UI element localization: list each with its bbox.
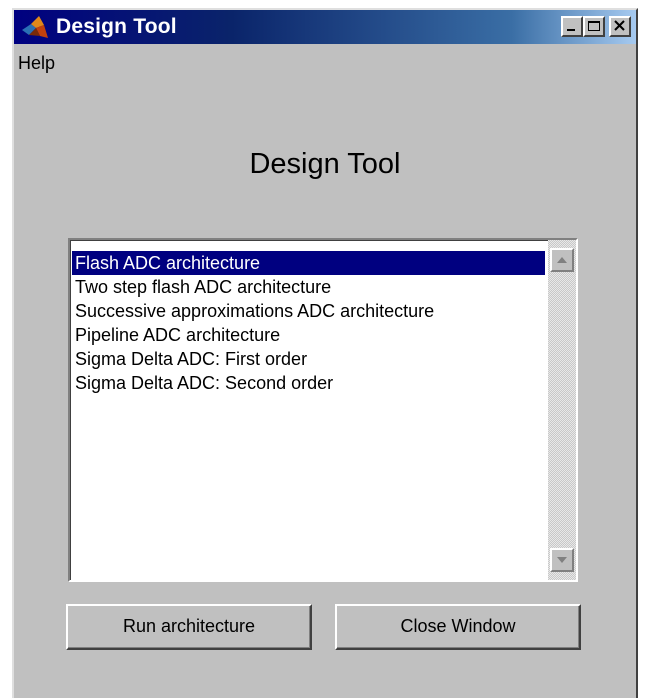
menu-help[interactable]: Help [18,52,55,74]
title-bar[interactable]: Design Tool [14,10,636,44]
list-item[interactable]: Sigma Delta ADC: First order [72,347,545,371]
page-title: Design Tool [249,148,401,180]
app-window: Design Tool Help Design Tool Flash ADC a… [12,8,638,698]
scroll-up-button[interactable] [550,248,574,272]
list-item[interactable]: Flash ADC architecture [72,251,545,275]
list-item[interactable]: Sigma Delta ADC: Second order [72,371,545,395]
list-items: Flash ADC architecture Two step flash AD… [72,251,545,395]
window-title: Design Tool [56,15,177,38]
minimize-button[interactable] [561,16,583,37]
architecture-listbox[interactable]: Flash ADC architecture Two step flash AD… [68,238,578,582]
close-icon [614,20,625,31]
run-architecture-button[interactable]: Run architecture [66,604,312,650]
maximize-icon [588,21,600,31]
list-item[interactable]: Two step flash ADC architecture [72,275,545,299]
minimize-icon [567,29,575,31]
list-item[interactable]: Successive approximations ADC architectu… [72,299,545,323]
menu-bar: Help [14,44,636,78]
close-window-button[interactable]: Close Window [335,604,581,650]
arrow-up-icon [557,257,567,263]
close-button[interactable] [609,16,631,37]
list-item[interactable]: Pipeline ADC architecture [72,323,545,347]
maximize-button[interactable] [583,16,605,37]
arrow-down-icon [557,557,567,563]
matlab-icon [20,14,50,40]
vertical-scrollbar[interactable] [548,240,576,580]
scroll-down-button[interactable] [550,548,574,572]
